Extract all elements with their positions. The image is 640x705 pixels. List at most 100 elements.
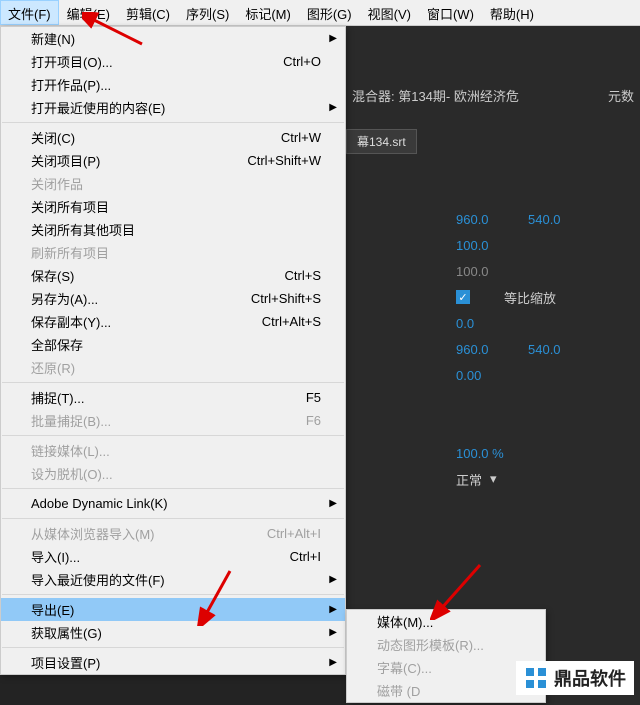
menu-item[interactable]: 打开项目(O)...Ctrl+O <box>1 50 345 73</box>
menu-item: 设为脱机(O)... <box>1 462 345 485</box>
rotation-row: 0.0 <box>346 310 640 336</box>
menu-item[interactable]: 导入(I)...Ctrl+I <box>1 545 345 568</box>
menu-item-label: 全部保存 <box>31 335 337 354</box>
menu-item-label: 捕捉(T)... <box>31 388 306 407</box>
menu-edit[interactable]: 编辑(E) <box>59 0 118 25</box>
value[interactable]: 100.0 % <box>456 446 504 461</box>
menu-item[interactable]: 获取属性(G)▶ <box>1 621 345 644</box>
blendmode-row: 正常 ▾ <box>346 466 640 492</box>
menu-item-label: 关闭项目(P) <box>31 151 247 170</box>
submenu-item-label: 磁带 (D <box>377 681 537 700</box>
menu-window[interactable]: 窗口(W) <box>419 0 482 25</box>
position-row: 960.0 540.0 <box>346 206 640 232</box>
submenu-item-label: 媒体(M)... <box>377 612 537 631</box>
menu-item-label: 保存(S) <box>31 266 285 285</box>
submenu-item-label: 动态图形模板(R)... <box>377 635 537 654</box>
menu-item-label: 链接媒体(L)... <box>31 441 337 460</box>
menu-item[interactable]: 另存为(A)...Ctrl+Shift+S <box>1 287 345 310</box>
menu-item[interactable]: 关闭所有项目 <box>1 195 345 218</box>
checkbox-icon[interactable]: ✓ <box>456 290 470 304</box>
menu-item-label: 设为脱机(O)... <box>31 464 337 483</box>
value[interactable]: 540.0 <box>528 342 570 357</box>
menu-item[interactable]: 全部保存 <box>1 333 345 356</box>
blendmode-dropdown[interactable]: 正常 ▾ <box>456 470 497 489</box>
menu-item-label: 新建(N) <box>31 29 337 48</box>
menu-item-label: 关闭(C) <box>31 128 281 147</box>
menu-item[interactable]: 捕捉(T)...F5 <box>1 386 345 409</box>
menu-clip[interactable]: 剪辑(C) <box>118 0 178 25</box>
menu-separator <box>2 647 344 648</box>
submenu-arrow-icon: ▶ <box>329 657 337 668</box>
menu-view[interactable]: 视图(V) <box>360 0 419 25</box>
submenu-item: 动态图形模板(R)... <box>347 633 545 656</box>
menu-item[interactable]: 关闭(C)Ctrl+W <box>1 126 345 149</box>
menu-item[interactable]: 保存(S)Ctrl+S <box>1 264 345 287</box>
menu-item[interactable]: 保存副本(Y)...Ctrl+Alt+S <box>1 310 345 333</box>
menu-item-label: 获取属性(G) <box>31 623 337 642</box>
submenu-item-label: 字幕(C)... <box>377 658 537 677</box>
menu-item: 关闭作品 <box>1 172 345 195</box>
menu-item: 链接媒体(L)... <box>1 439 345 462</box>
menu-item[interactable]: Adobe Dynamic Link(K)▶ <box>1 492 345 515</box>
value[interactable]: 0.00 <box>456 368 498 383</box>
menu-item-label: 关闭作品 <box>31 174 337 193</box>
chevron-down-icon: ▾ <box>490 471 497 487</box>
watermark-text: 鼎品软件 <box>554 665 626 691</box>
menu-item: 刷新所有项目 <box>1 241 345 264</box>
menu-item-label: 保存副本(Y)... <box>31 312 262 331</box>
menu-item-label: 打开作品(P)... <box>31 75 337 94</box>
menu-item-label: 另存为(A)... <box>31 289 251 308</box>
menu-separator <box>2 435 344 436</box>
menu-item[interactable]: 关闭所有其他项目 <box>1 218 345 241</box>
checkbox-label: 等比缩放 <box>504 288 556 307</box>
value[interactable]: 540.0 <box>528 212 570 227</box>
menu-shortcut: Ctrl+O <box>283 54 337 69</box>
menu-shortcut: Ctrl+Alt+S <box>262 314 337 329</box>
antiflicker-row: 0.00 <box>346 362 640 388</box>
menu-item[interactable]: 导入最近使用的文件(F)▶ <box>1 568 345 591</box>
menu-item-label: 关闭所有项目 <box>31 197 337 216</box>
menu-item[interactable]: 关闭项目(P)Ctrl+Shift+W <box>1 149 345 172</box>
anchor-row: 960.0 540.0 <box>346 336 640 362</box>
submenu-arrow-icon: ▶ <box>329 604 337 615</box>
menu-shortcut: F5 <box>306 390 337 405</box>
watermark-icon <box>524 666 548 690</box>
menu-separator <box>2 122 344 123</box>
menu-item[interactable]: 导出(E)▶ <box>1 598 345 621</box>
opacity-row: 100.0 % <box>346 440 640 466</box>
value[interactable]: 100.0 <box>456 238 498 253</box>
value[interactable]: 960.0 <box>456 212 498 227</box>
menu-item[interactable]: 新建(N)▶ <box>1 27 345 50</box>
menu-shortcut: Ctrl+Shift+W <box>247 153 337 168</box>
submenu-arrow-icon: ▶ <box>329 102 337 113</box>
menu-graphics[interactable]: 图形(G) <box>299 0 360 25</box>
menu-help[interactable]: 帮助(H) <box>482 0 542 25</box>
menu-sequence[interactable]: 序列(S) <box>178 0 237 25</box>
menu-item[interactable]: 项目设置(P)▶ <box>1 651 345 674</box>
menu-item: 从媒体浏览器导入(M)Ctrl+Alt+I <box>1 522 345 545</box>
uniform-scale-row: ✓ 等比缩放 <box>346 284 640 310</box>
menu-item-label: 批量捕捉(B)... <box>31 411 306 430</box>
menu-separator <box>2 518 344 519</box>
menu-item[interactable]: 打开最近使用的内容(E)▶ <box>1 96 345 119</box>
effect-controls-panel: 混合器: 第134期- 欧洲经济危 元数 幕134.srt 960.0 540.… <box>346 26 640 705</box>
menu-item[interactable]: 打开作品(P)... <box>1 73 345 96</box>
menu-item-label: 打开项目(O)... <box>31 52 283 71</box>
menu-item: 还原(R) <box>1 356 345 379</box>
value[interactable]: 0.0 <box>456 316 498 331</box>
submenu-arrow-icon: ▶ <box>329 627 337 638</box>
submenu-item[interactable]: 媒体(M)... <box>347 610 545 633</box>
panel-title: 混合器: 第134期- 欧洲经济危 元数 <box>346 26 640 105</box>
value[interactable]: 960.0 <box>456 342 498 357</box>
menu-separator <box>2 382 344 383</box>
source-tab[interactable]: 幕134.srt <box>346 129 417 154</box>
menu-shortcut: Ctrl+Alt+I <box>267 526 337 541</box>
submenu-arrow-icon: ▶ <box>329 574 337 585</box>
menu-separator <box>2 594 344 595</box>
menu-shortcut: Ctrl+I <box>290 549 337 564</box>
menu-marker[interactable]: 标记(M) <box>237 0 299 25</box>
submenu-arrow-icon: ▶ <box>329 498 337 509</box>
menu-file[interactable]: 文件(F) <box>0 0 59 25</box>
scale-row: 100.0 <box>346 232 640 258</box>
menu-item-label: 关闭所有其他项目 <box>31 220 337 239</box>
